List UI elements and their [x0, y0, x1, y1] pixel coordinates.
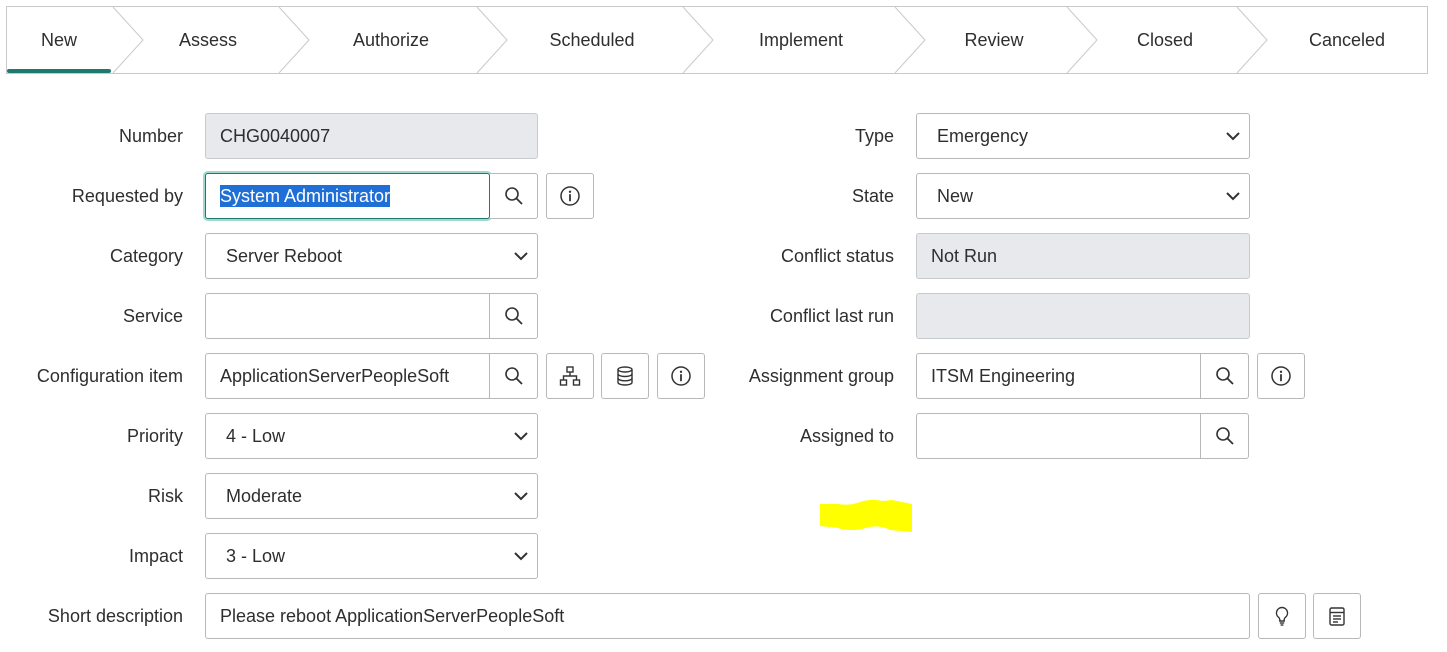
- configuration-item-info-button[interactable]: [657, 353, 705, 399]
- risk-select[interactable]: Moderate: [205, 473, 538, 519]
- database-icon: [617, 366, 633, 386]
- priority-select[interactable]: 4 - Low: [205, 413, 538, 459]
- risk-label: Risk: [148, 486, 183, 506]
- stage-separator: [893, 7, 927, 73]
- conflict-status-label: Conflict status: [780, 246, 894, 266]
- chevron-down-icon: [514, 252, 528, 261]
- cmdb-button[interactable]: [601, 353, 649, 399]
- configuration-item-input[interactable]: ApplicationServerPeopleSoft: [205, 353, 490, 399]
- priority-value: 4 - Low: [226, 426, 286, 446]
- info-icon: [1271, 366, 1291, 386]
- number-field: CHG0040007: [205, 113, 538, 159]
- requested-by-info-button[interactable]: [546, 173, 594, 219]
- stage-separator: [277, 7, 311, 73]
- search-icon: [1215, 427, 1234, 445]
- type-value: Emergency: [937, 126, 1029, 146]
- short-description-input[interactable]: Please reboot ApplicationServerPeopleSof…: [205, 593, 1250, 639]
- dependency-map-icon: [559, 366, 581, 386]
- stage-review[interactable]: Review: [925, 7, 1063, 73]
- chevron-down-icon: [514, 432, 528, 441]
- stage-implement[interactable]: Implement: [715, 7, 887, 73]
- requested-by-lookup-button[interactable]: [490, 173, 538, 219]
- type-select[interactable]: Emergency: [916, 113, 1250, 159]
- stage-separator: [475, 7, 509, 73]
- stage-scheduled[interactable]: Scheduled: [507, 7, 677, 73]
- conflict-status-field: Not Run: [916, 233, 1250, 279]
- search-icon: [504, 307, 523, 325]
- assignment-group-label: Assignment group: [748, 366, 894, 386]
- chevron-down-icon: [1226, 132, 1240, 141]
- stage-separator: [1235, 7, 1269, 73]
- impact-select[interactable]: 3 - Low: [205, 533, 538, 579]
- assignment-group-info-button[interactable]: [1257, 353, 1305, 399]
- stage-canceled[interactable]: Canceled: [1269, 7, 1425, 73]
- category-value: Server Reboot: [226, 246, 343, 266]
- number-label: Number: [118, 126, 183, 146]
- type-label: Type: [854, 126, 894, 146]
- suggestion-button[interactable]: [1258, 593, 1306, 639]
- risk-value: Moderate: [226, 486, 303, 506]
- service-input[interactable]: [205, 293, 490, 339]
- conflict-last-run-field: [916, 293, 1250, 339]
- conflict-last-run-label: Conflict last run: [769, 306, 894, 326]
- chevron-down-icon: [514, 552, 528, 561]
- lightbulb-icon: [1275, 606, 1289, 626]
- stage-assess[interactable]: Assess: [143, 7, 273, 73]
- template-icon: [1329, 607, 1345, 626]
- category-select[interactable]: Server Reboot: [205, 233, 538, 279]
- service-label: Service: [122, 306, 183, 326]
- dependency-map-button[interactable]: [546, 353, 594, 399]
- stage-separator: [681, 7, 715, 73]
- configuration-item-lookup-button[interactable]: [489, 353, 538, 399]
- category-label: Category: [109, 246, 183, 266]
- configuration-item-label: Configuration item: [36, 366, 183, 386]
- chevron-down-icon: [1226, 192, 1240, 201]
- stage-progress-bar: New Assess Authorize Scheduled Implement…: [6, 6, 1428, 74]
- state-label: State: [851, 186, 894, 206]
- assignment-group-lookup-button[interactable]: [1200, 353, 1249, 399]
- assignment-group-input[interactable]: ITSM Engineering: [916, 353, 1201, 399]
- stage-authorize[interactable]: Authorize: [309, 7, 473, 73]
- requested-by-label: Requested by: [71, 186, 183, 206]
- info-icon: [560, 186, 580, 206]
- template-button[interactable]: [1313, 593, 1361, 639]
- short-description-label: Short description: [47, 606, 183, 626]
- assigned-to-lookup-button[interactable]: [1200, 413, 1249, 459]
- requested-by-input[interactable]: System Administrator: [205, 173, 490, 219]
- state-select[interactable]: New: [916, 173, 1250, 219]
- stage-separator: [111, 7, 145, 73]
- search-icon: [1215, 367, 1234, 385]
- selected-text: System Administrator: [220, 185, 391, 207]
- stage-closed[interactable]: Closed: [1097, 7, 1233, 73]
- stage-separator: [1065, 7, 1099, 73]
- state-value: New: [937, 186, 974, 206]
- search-icon: [504, 187, 523, 205]
- assigned-to-input[interactable]: [916, 413, 1201, 459]
- search-icon: [504, 367, 523, 385]
- impact-label: Impact: [128, 546, 183, 566]
- priority-label: Priority: [126, 426, 183, 446]
- impact-value: 3 - Low: [226, 546, 286, 566]
- stage-new[interactable]: New: [7, 7, 111, 73]
- info-icon: [671, 366, 691, 386]
- highlighter-mark: [820, 499, 912, 532]
- chevron-down-icon: [514, 492, 528, 501]
- service-lookup-button[interactable]: [489, 293, 538, 339]
- assigned-to-label: Assigned to: [799, 426, 894, 446]
